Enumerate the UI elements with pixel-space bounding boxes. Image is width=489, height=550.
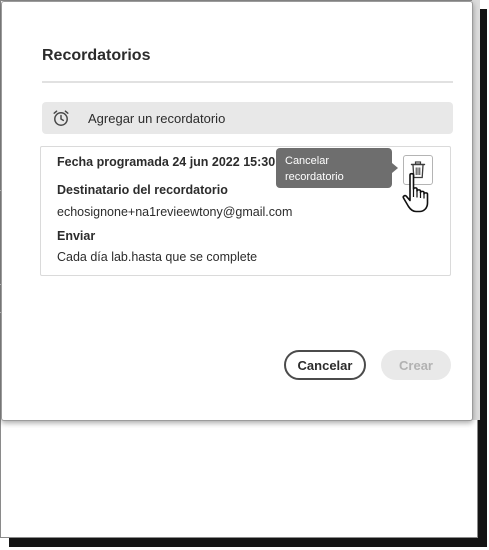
send-frequency: Cada día lab.hasta que se complete xyxy=(57,250,258,264)
title-divider xyxy=(42,81,453,83)
hand-pointer-cursor xyxy=(402,172,429,213)
cancel-button[interactable]: Cancelar xyxy=(284,350,366,380)
tooltip-arrow xyxy=(392,163,398,173)
recipient-heading: Destinatario del recordatorio xyxy=(57,183,228,197)
add-reminder-button[interactable]: Agregar un recordatorio xyxy=(42,102,453,134)
send-heading: Enviar xyxy=(57,229,96,243)
scheduled-date: Fecha programada 24 jun 2022 15:30 xyxy=(57,155,276,169)
tooltip-line: Cancelar xyxy=(285,155,330,167)
tooltip-line: recordatorio xyxy=(285,171,344,183)
dialog-title: Recordatorios xyxy=(42,47,151,64)
add-reminder-label: Agregar un recordatorio xyxy=(88,110,226,126)
cancel-reminder-tooltip: Cancelar recordatorio xyxy=(276,148,392,188)
recipient-email: echosignone+na1revieewtony@gmail.com xyxy=(57,205,293,219)
alarm-clock-icon xyxy=(53,110,69,126)
background-strip xyxy=(472,0,480,420)
create-button[interactable]: Crear xyxy=(381,350,451,380)
